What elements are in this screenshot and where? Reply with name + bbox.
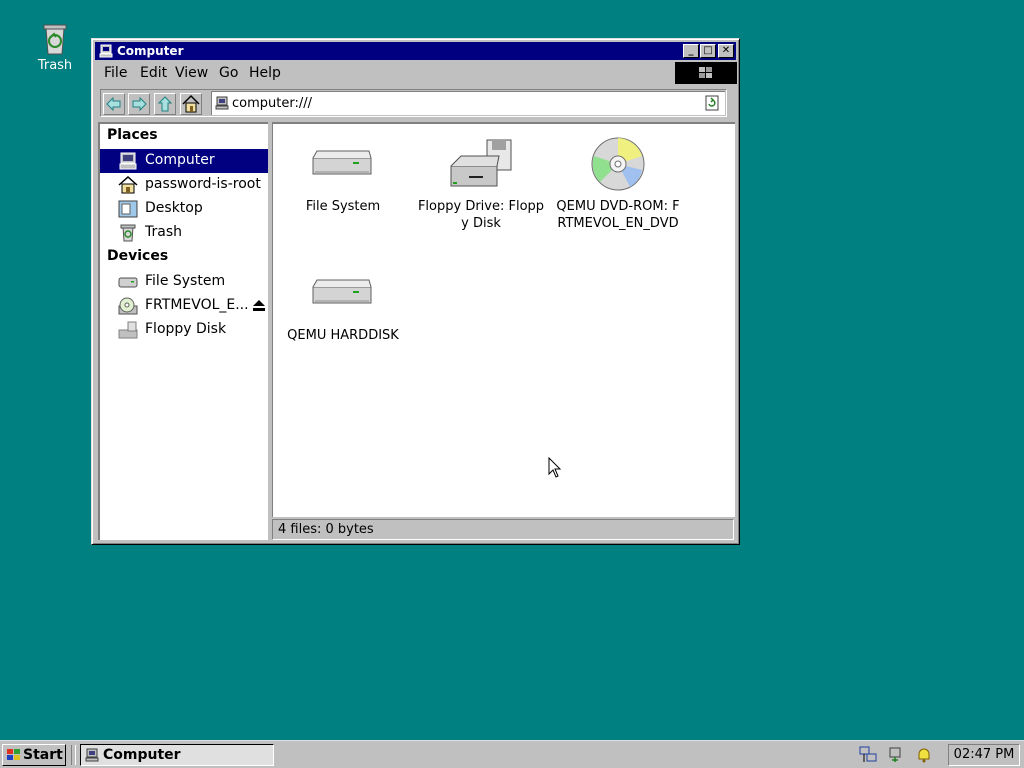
sidebar-item-label: Computer [145,152,215,168]
harddisk-icon [312,279,372,304]
taskbar: Start Computer 02:47 PM [0,740,1024,768]
menu-go[interactable]: Go [219,65,238,81]
floppy-icon [118,321,138,339]
window-title: Computer [117,44,184,58]
harddisk-icon [118,277,138,288]
taskbar-item-computer[interactable]: Computer [80,744,274,766]
windows-logo-icon [7,749,20,760]
title-bar[interactable]: Computer _ □ ✕ [95,42,736,60]
windows-logo-icon [699,67,712,78]
menu-help[interactable]: Help [249,65,281,81]
minimize-icon: _ [688,45,694,56]
forward-button[interactable] [128,93,150,115]
file-manager-window: Computer _ □ ✕ File Edit View Go Help co… [91,38,740,545]
sidebar-item-label: Floppy Disk [145,321,227,337]
up-arrow-icon [157,96,173,112]
throbber [675,62,737,84]
taskbar-item-label: Computer [103,747,181,763]
file-item-harddisk[interactable]: QEMU HARDDISK [278,265,408,344]
sidebar: Places Computer password-is-root Desktop… [98,122,268,540]
usb-icon[interactable] [887,746,905,764]
sidebar-item-cdrom[interactable]: FRTMEVOL_E... [100,294,268,318]
menu-view[interactable]: View [175,65,208,81]
notification-bell-icon[interactable] [915,746,933,764]
home-icon [182,94,200,113]
status-bar: 4 files: 0 bytes [272,519,734,540]
sidebar-item-label: FRTMEVOL_E... [145,297,249,313]
sidebar-item-desktop[interactable]: Desktop [100,197,268,221]
eject-icon[interactable] [253,300,265,311]
computer-icon [119,152,137,170]
dvd-icon [591,137,645,191]
menu-bar: File Edit View Go Help [95,62,736,84]
desktop-trash[interactable]: Trash [30,22,80,73]
menu-file[interactable]: File [104,65,127,81]
sidebar-item-home[interactable]: password-is-root [100,173,268,197]
computer-icon [215,96,229,110]
location-toolbar: computer:/// [100,89,727,117]
places-header: Places [107,127,158,143]
file-item-label: File System [305,199,381,214]
location-input[interactable]: computer:/// [211,91,725,115]
clock[interactable]: 02:47 PM [948,744,1020,766]
sidebar-item-label: password-is-root [145,176,261,192]
home-icon [118,176,138,194]
status-text: 4 files: 0 bytes [278,522,374,537]
computer-icon [85,748,99,762]
maximize-icon: □ [703,45,713,56]
sidebar-item-label: Trash [145,224,182,240]
file-item-label: QEMU DVD-ROM: FRTMEVOL_EN_DVD [556,199,680,231]
minimize-button[interactable]: _ [683,44,699,58]
sidebar-item-label: Desktop [145,200,203,216]
devices-header: Devices [107,248,169,264]
mouse-cursor-icon [548,457,562,478]
sidebar-item-filesystem[interactable]: File System [100,270,268,294]
sidebar-item-floppy[interactable]: Floppy Disk [100,318,268,342]
floppy-drive-icon [450,139,512,187]
file-item-label: Floppy Drive: Floppy Disk [417,199,545,231]
file-item-label: QEMU HARDDISK [287,328,399,343]
desktop-icon [118,200,138,218]
sidebar-item-label: File System [145,273,226,289]
back-button[interactable] [103,93,125,115]
file-item-filesystem[interactable]: File System [278,136,408,215]
up-button[interactable] [154,93,176,115]
sidebar-item-computer[interactable]: Computer [100,149,268,173]
computer-icon [99,44,113,58]
trash-icon [120,224,136,242]
forward-arrow-icon [132,96,147,112]
back-arrow-icon [106,96,121,112]
network-icon[interactable] [859,746,877,764]
trash-icon [43,24,67,55]
menu-edit[interactable]: Edit [140,65,167,81]
file-item-floppy-drive[interactable]: Floppy Drive: Floppy Disk [416,136,546,232]
taskbar-separator [71,745,76,765]
harddisk-icon [312,150,372,175]
cdrom-icon [118,297,138,315]
reload-icon[interactable] [705,95,719,111]
icon-view[interactable]: File System Floppy Drive: Floppy Disk QE… [272,122,735,517]
location-text: computer:/// [232,96,312,111]
desktop-trash-label: Trash [37,58,73,73]
start-button[interactable]: Start [2,744,66,766]
close-button[interactable]: ✕ [718,44,734,58]
file-item-dvd[interactable]: QEMU DVD-ROM: FRTMEVOL_EN_DVD [553,136,683,232]
close-icon: ✕ [721,45,731,56]
start-label: Start [23,747,63,763]
maximize-button[interactable]: □ [700,44,716,58]
sidebar-item-trash[interactable]: Trash [100,221,268,245]
home-button[interactable] [180,93,202,115]
